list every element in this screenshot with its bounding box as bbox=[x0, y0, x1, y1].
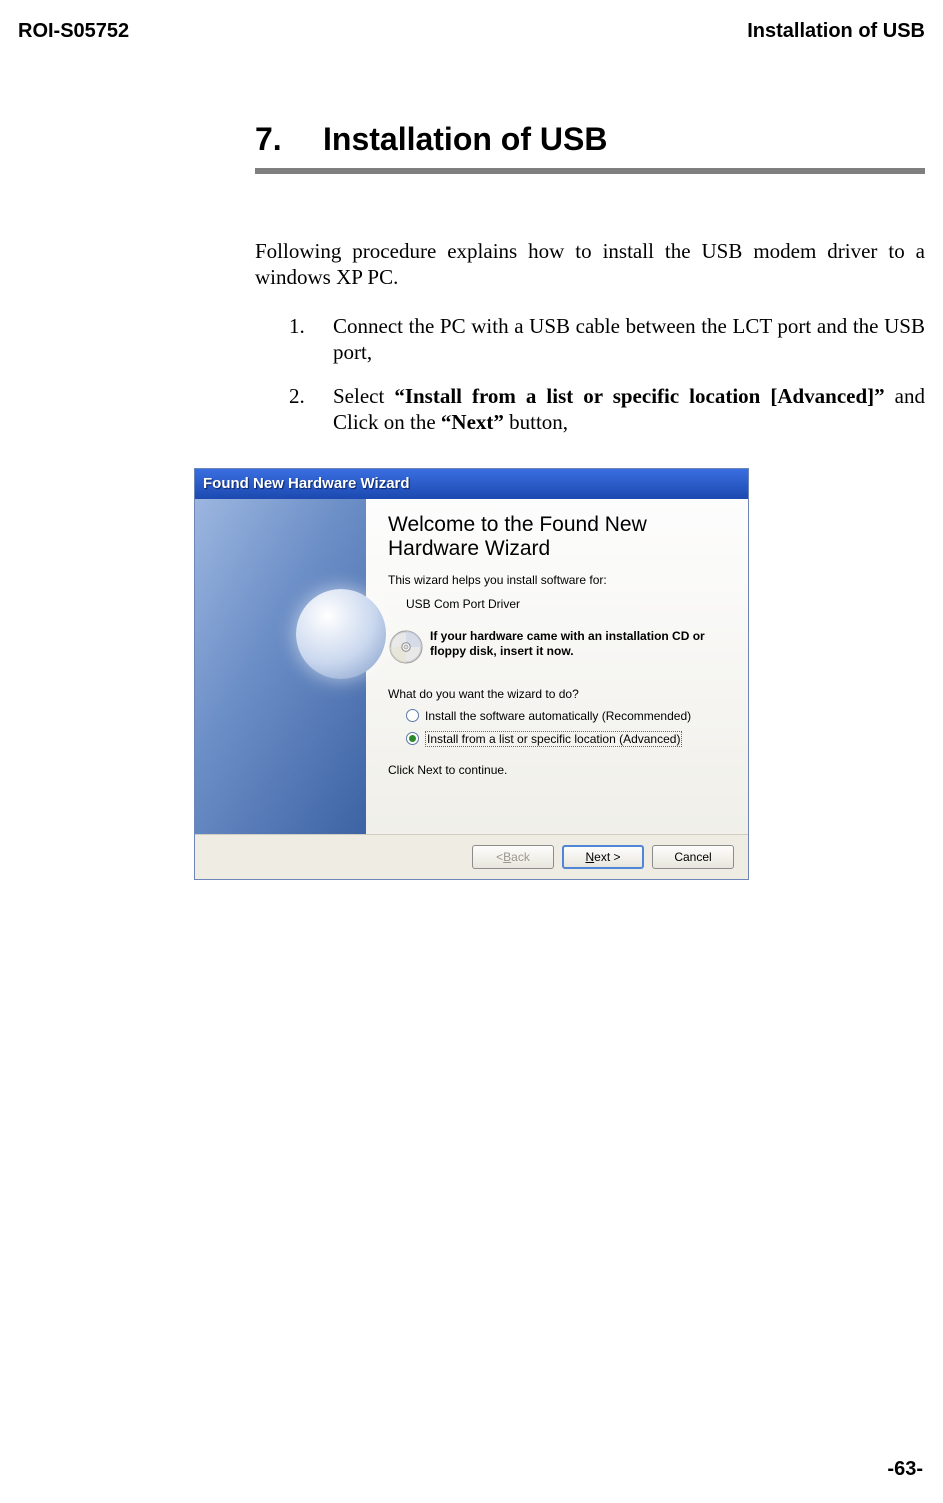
cd-notice-text: If your hardware came with an installati… bbox=[430, 629, 728, 665]
cd-icon bbox=[388, 629, 424, 665]
wizard-heading: Welcome to the Found New Hardware Wizard bbox=[388, 513, 728, 561]
list-text: Connect the PC with a USB cable between … bbox=[333, 313, 925, 366]
wizard-help-line: This wizard helps you install software f… bbox=[388, 573, 728, 587]
btn-accel: N bbox=[585, 850, 594, 864]
wizard-device-name: USB Com Port Driver bbox=[406, 597, 728, 611]
btn-text: < bbox=[496, 850, 503, 864]
header-title: Installation of USB bbox=[747, 20, 925, 43]
page-header: ROI-S05752 Installation of USB bbox=[0, 0, 943, 43]
content-area: 7.Installation of USB Following procedur… bbox=[0, 121, 943, 436]
radio-on-icon bbox=[406, 732, 419, 745]
section-number: 7. bbox=[255, 121, 323, 158]
ordered-list: 1. Connect the PC with a USB cable betwe… bbox=[255, 313, 925, 436]
radio-auto-install[interactable]: Install the software automatically (Reco… bbox=[406, 709, 728, 723]
radio-specific-location[interactable]: Install from a list or specific location… bbox=[406, 731, 728, 747]
section-name: Installation of USB bbox=[323, 121, 607, 157]
wizard-button-bar: < Back Next > Cancel bbox=[195, 834, 748, 879]
radio-label: Install the software automatically (Reco… bbox=[425, 709, 691, 723]
section-title: 7.Installation of USB bbox=[255, 121, 925, 158]
emphasized-text: “Install from a list or specific locatio… bbox=[394, 384, 884, 408]
btn-accel: B bbox=[503, 850, 511, 864]
radio-off-icon bbox=[406, 709, 419, 722]
wizard-body: Welcome to the Found New Hardware Wizard… bbox=[195, 499, 748, 834]
list-item: 1. Connect the PC with a USB cable betwe… bbox=[289, 313, 925, 366]
wizard-question: What do you want the wizard to do? bbox=[388, 687, 728, 701]
emphasized-text: “Next” bbox=[441, 410, 504, 434]
intro-paragraph: Following procedure explains how to inst… bbox=[255, 238, 925, 291]
wizard-side-graphic bbox=[195, 499, 366, 834]
cancel-button[interactable]: Cancel bbox=[652, 845, 734, 869]
doc-id: ROI-S05752 bbox=[18, 20, 129, 43]
list-item: 2. Select “Install from a list or specif… bbox=[289, 383, 925, 436]
page-number: -63- bbox=[887, 1458, 923, 1481]
btn-text: ack bbox=[511, 850, 530, 864]
wizard-main-pane: Welcome to the Found New Hardware Wizard… bbox=[366, 499, 748, 834]
btn-text: ext > bbox=[594, 850, 620, 864]
wizard-dialog: Found New Hardware Wizard Welcome to the… bbox=[194, 468, 749, 880]
cd-notice-row: If your hardware came with an installati… bbox=[388, 629, 728, 665]
window-titlebar[interactable]: Found New Hardware Wizard bbox=[195, 469, 748, 499]
list-text: Select “Install from a list or specific … bbox=[333, 383, 925, 436]
section-rule bbox=[255, 168, 925, 174]
list-text-part: button, bbox=[504, 410, 568, 434]
list-text-part: Select bbox=[333, 384, 394, 408]
back-button: < Back bbox=[472, 845, 554, 869]
list-number: 2. bbox=[289, 383, 333, 436]
wizard-continue-text: Click Next to continue. bbox=[388, 763, 728, 777]
list-number: 1. bbox=[289, 313, 333, 366]
next-button[interactable]: Next > bbox=[562, 845, 644, 869]
radio-label: Install from a list or specific location… bbox=[425, 731, 682, 747]
